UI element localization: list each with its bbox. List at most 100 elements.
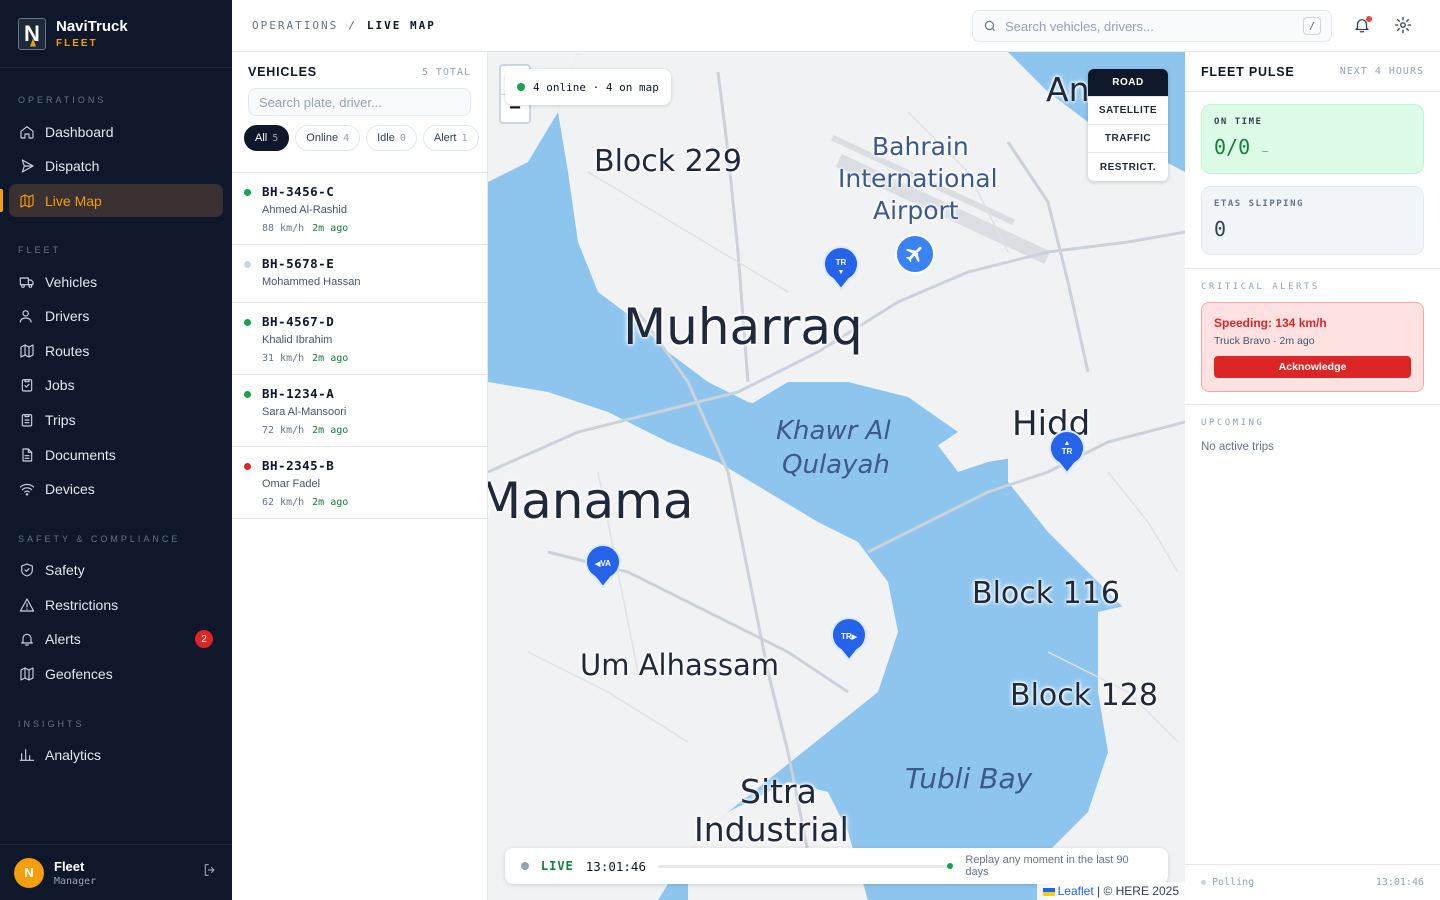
navitruck-logo-icon: N: [18, 17, 46, 50]
layer-road[interactable]: ROAD: [1088, 69, 1168, 97]
sidebar-item-dispatch[interactable]: Dispatch: [9, 150, 223, 183]
vehicle-search-input[interactable]: [248, 88, 471, 116]
vehicle-list: BH-3456-C Ahmed Al-Rashid 88 km/h 2m ago BH-…: [232, 173, 487, 519]
scrubber-handle[interactable]: [947, 862, 954, 869]
vehicle-pin[interactable]: TR▶: [830, 616, 868, 662]
user-name: Fleet: [54, 858, 85, 874]
airplane-icon: [905, 246, 922, 263]
fleet-pulse-title: FLEET PULSE: [1201, 64, 1295, 79]
map-label-khawr-line1: Khawr Al: [776, 416, 891, 446]
status-dot: [244, 391, 251, 398]
pin-label: TR ▼: [835, 258, 847, 276]
notification-dot: [1366, 16, 1372, 22]
vehicle-driver: Omar Fadel: [262, 478, 321, 490]
sidebar-item-geofences[interactable]: Geofences: [9, 658, 223, 691]
heading-arrow-icon: ▶: [851, 634, 858, 641]
document-icon: [22, 448, 33, 462]
sidebar-item-label: Analytics: [45, 747, 102, 764]
airport-marker: [895, 234, 935, 274]
logout-button[interactable]: [202, 862, 218, 883]
vehicle-pin[interactable]: ▲ TR: [1048, 429, 1086, 475]
pin-label: ◀VA: [595, 559, 611, 568]
settings-button[interactable]: [1394, 16, 1414, 36]
map-icon: [20, 194, 34, 208]
status-dot: [244, 261, 251, 268]
status-dot: [244, 463, 251, 470]
on-time-value: 0/0 —: [1214, 135, 1269, 159]
breadcrumb-parent[interactable]: OPERATIONS: [252, 19, 338, 32]
sidebar-item-jobs[interactable]: Jobs: [9, 369, 223, 402]
live-map[interactable]: Block 229 Bahrain International Airport …: [488, 52, 1185, 900]
on-time-label: ON TIME: [1214, 117, 1263, 127]
sidebar-item-label: Vehicles: [45, 273, 98, 290]
vehicle-speed: 72 km/h: [262, 425, 305, 436]
layer-satellite[interactable]: SATELLITE: [1088, 97, 1168, 125]
sidebar-item-label: Geofences: [45, 666, 113, 683]
vehicle-row[interactable]: BH-3456-C Ahmed Al-Rashid 88 km/h 2m ago: [232, 173, 487, 245]
vehicle-plate: BH-2345-B: [262, 458, 335, 473]
online-status-pill: 4 online · 4 on map: [505, 69, 671, 105]
notifications-button[interactable]: [1353, 16, 1373, 36]
vehicle-row[interactable]: BH-4567-D Khalid Ibrahim 31 km/h 2m ago: [232, 303, 487, 375]
live-dot: [521, 862, 529, 870]
sidebar-item-routes[interactable]: Routes: [9, 334, 223, 367]
map-label-manama: Manama: [488, 472, 694, 530]
brand[interactable]: N NaviTruck FLEET: [0, 0, 232, 68]
etas-slipping-value: 0: [1214, 217, 1227, 241]
acknowledge-button[interactable]: Acknowledge: [1214, 356, 1411, 378]
on-time-card: ON TIME 0/0 —: [1201, 104, 1424, 174]
sidebar-item-vehicles[interactable]: Vehicles: [9, 265, 223, 298]
sidebar-item-safety[interactable]: Safety: [9, 554, 223, 587]
sidebar-item-alerts[interactable]: Alerts 2: [9, 623, 223, 656]
map-label-an: An: [1046, 70, 1090, 109]
filter-alert[interactable]: Alert 1: [422, 125, 479, 151]
filter-label: Alert: [433, 132, 457, 144]
live-label[interactable]: LIVE: [541, 859, 574, 873]
sidebar-item-label: Documents: [45, 446, 116, 463]
sidebar-item-analytics[interactable]: Analytics: [9, 739, 223, 772]
vehicle-pin[interactable]: TR ▼: [822, 245, 860, 291]
clipboard-icon: [21, 379, 33, 393]
sidebar-item-dashboard[interactable]: Dashboard: [9, 115, 223, 148]
vehicle-speed: 31 km/h: [262, 353, 305, 364]
filter-idle[interactable]: Idle 0: [366, 125, 417, 151]
fleet-pulse-window: NEXT 4 HOURS: [1339, 66, 1424, 77]
section-safety-compliance: SAFETY & COMPLIANCE: [18, 533, 181, 544]
vehicle-plate: BH-1234-A: [262, 386, 335, 401]
vehicle-driver: Khalid Ibrahim: [262, 334, 333, 346]
global-search[interactable]: /: [972, 10, 1332, 42]
timeline-scrubber[interactable]: [658, 862, 954, 869]
bar-chart-icon: [19, 749, 35, 761]
vehicle-meta: 88 km/h 2m ago: [262, 223, 471, 234]
sidebar-item-trips[interactable]: Trips: [9, 404, 223, 437]
user-role: Manager: [54, 875, 97, 887]
search-shortcut-key: /: [1303, 17, 1321, 35]
user-profile[interactable]: N Fleet Manager: [0, 844, 232, 900]
filter-online[interactable]: Online 4: [295, 125, 361, 151]
vehicle-row[interactable]: BH-2345-B Omar Fadel 62 km/h 2m ago: [232, 447, 487, 519]
map-label-block-116: Block 116: [972, 576, 1120, 611]
filter-count: 1: [461, 132, 468, 144]
sidebar-item-documents[interactable]: Documents: [9, 438, 223, 471]
sidebar-item-label: Restrictions: [45, 596, 119, 613]
vehicle-pin[interactable]: ◀VA: [584, 543, 622, 589]
vehicle-meta: 31 km/h 2m ago: [262, 353, 471, 364]
polling-footer: Polling 13:01:46: [1185, 864, 1440, 900]
breadcrumb: OPERATIONS / LIVE MAP: [252, 19, 436, 32]
layer-restrictions[interactable]: RESTRICT.: [1088, 153, 1168, 181]
vehicle-plate: BH-5678-E: [262, 256, 335, 271]
leaflet-link[interactable]: Leaflet: [1058, 884, 1094, 898]
heading-arrow-icon: ▼: [837, 269, 845, 276]
sidebar-item-restrictions[interactable]: Restrictions: [9, 588, 223, 621]
global-search-input[interactable]: [1005, 18, 1295, 34]
sidebar-item-drivers[interactable]: Drivers: [9, 300, 223, 333]
layer-traffic[interactable]: TRAFFIC: [1088, 125, 1168, 153]
sidebar-item-label: Dashboard: [45, 123, 114, 140]
search-icon: [984, 20, 996, 32]
vehicle-row[interactable]: BH-5678-E Mohammed Hassan: [232, 245, 487, 303]
sidebar-item-live-map[interactable]: Live Map: [0, 184, 223, 218]
sidebar-item-devices[interactable]: Devices: [9, 473, 223, 506]
vehicle-row[interactable]: BH-1234-A Sara Al-Mansoori 72 km/h 2m ago: [232, 375, 487, 447]
vehicle-last-seen: 2m ago: [312, 223, 349, 234]
filter-all[interactable]: All 5: [244, 125, 290, 151]
